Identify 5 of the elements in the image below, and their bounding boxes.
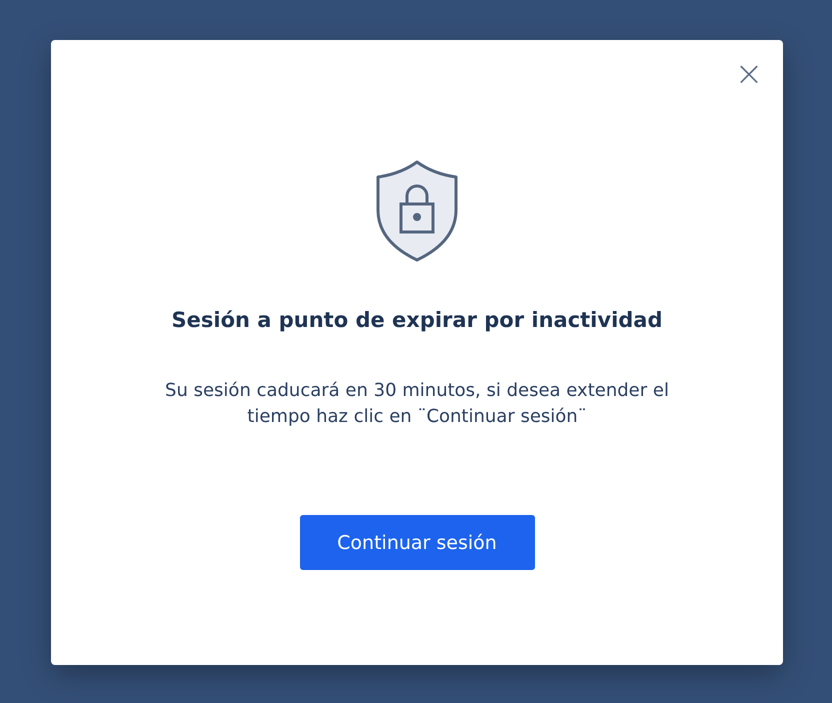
continue-button[interactable]: Continuar sesión <box>300 515 534 570</box>
shield-lock-icon <box>376 160 458 262</box>
close-button[interactable]: × <box>733 58 765 90</box>
dialog-message: Su sesión caducará en 30 minutos, si desea extender el tiempo haz clic en ¨Continuar sesión¨ <box>164 379 670 429</box>
dialog-title: Sesión a punto de expirar por inactividad <box>172 308 662 332</box>
